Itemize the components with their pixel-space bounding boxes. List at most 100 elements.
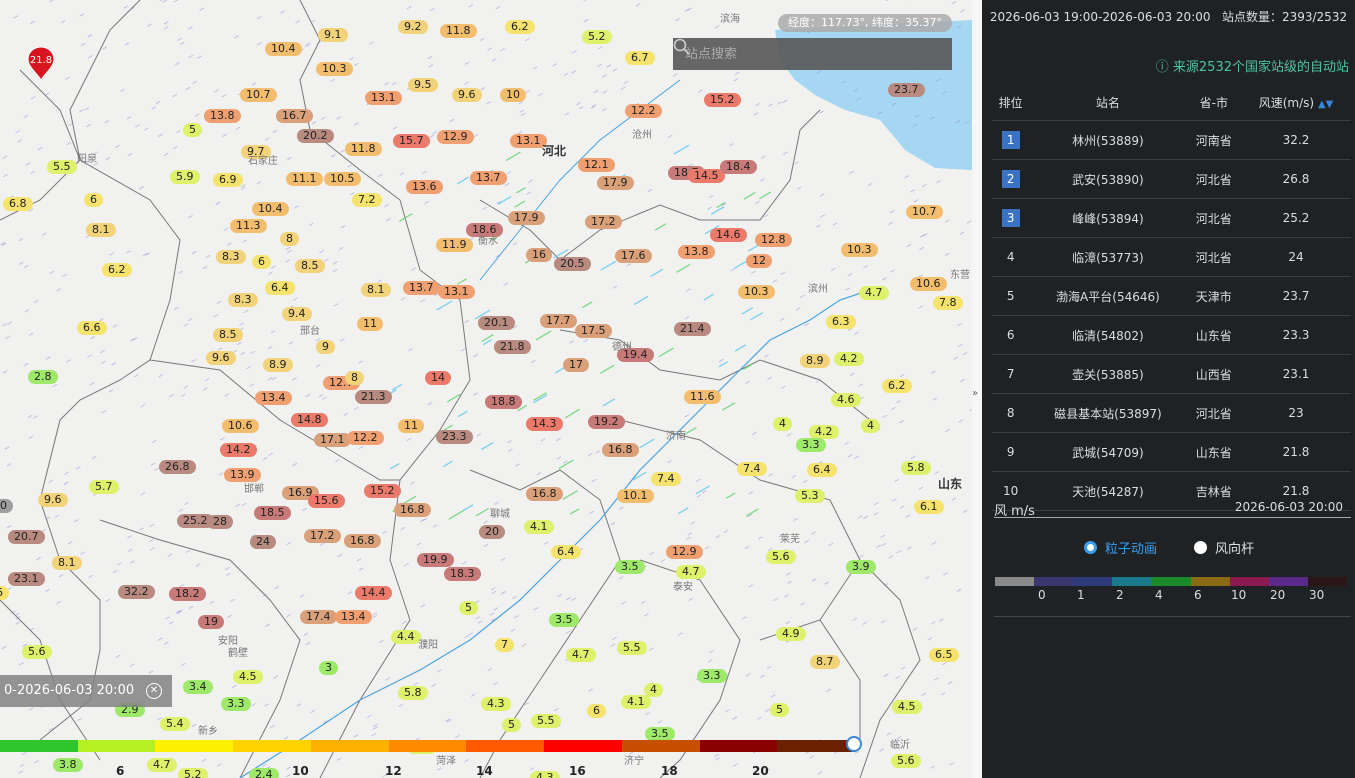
- station-badge[interactable]: 19: [198, 615, 224, 629]
- table-row[interactable]: 7 壶关(53885) 山西省 23.1: [992, 354, 1351, 394]
- station-badge[interactable]: 11: [357, 317, 383, 331]
- station-badge[interactable]: 9.2: [398, 20, 428, 34]
- table-row[interactable]: 9 武城(54709) 山东省 21.8: [992, 432, 1351, 472]
- station-badge[interactable]: 8.3: [228, 293, 258, 307]
- station-badge[interactable]: 17: [563, 358, 589, 372]
- station-badge[interactable]: 8.5: [295, 259, 325, 273]
- station-badge[interactable]: 17.6: [615, 249, 652, 263]
- station-badge[interactable]: 15.7: [393, 134, 430, 148]
- station-badge[interactable]: 11.3: [230, 219, 267, 233]
- station-badge[interactable]: 17.2: [304, 529, 341, 543]
- radio-particle[interactable]: 粒子动画: [1084, 538, 1157, 557]
- station-badge[interactable]: 9.6: [38, 493, 68, 507]
- station-badge[interactable]: 18.5: [254, 506, 291, 520]
- station-badge[interactable]: 5.5: [531, 714, 561, 728]
- station-badge[interactable]: 6.6: [77, 321, 107, 335]
- panel-divider[interactable]: »: [972, 0, 982, 778]
- station-badge[interactable]: 10.7: [240, 88, 277, 102]
- station-badge[interactable]: 18.4: [720, 160, 757, 174]
- station-badge[interactable]: 17.5: [575, 324, 612, 338]
- station-badge[interactable]: 21.3: [355, 390, 392, 404]
- station-badge[interactable]: 5.7: [89, 480, 119, 494]
- station-badge[interactable]: 10.1: [617, 489, 654, 503]
- station-badge[interactable]: 20.5: [554, 257, 591, 271]
- station-badge[interactable]: 3.3: [796, 438, 826, 452]
- station-badge[interactable]: 12.8: [755, 233, 792, 247]
- station-badge[interactable]: 4.2: [834, 352, 864, 366]
- station-badge[interactable]: 12: [746, 254, 772, 268]
- station-badge[interactable]: 4.1: [621, 695, 651, 709]
- station-badge[interactable]: 10.4: [252, 202, 289, 216]
- station-badge[interactable]: 12.2: [625, 104, 662, 118]
- station-badge[interactable]: 4.7: [676, 565, 706, 579]
- station-badge[interactable]: 4.4: [391, 630, 421, 644]
- station-badge[interactable]: 12.1: [578, 158, 615, 172]
- station-badge[interactable]: 19.9: [417, 553, 454, 567]
- station-badge[interactable]: 4.5: [233, 670, 263, 684]
- station-badge[interactable]: 14.6: [710, 228, 747, 242]
- station-badge[interactable]: 20.2: [297, 129, 334, 143]
- station-badge[interactable]: 6.2: [882, 379, 912, 393]
- station-badge[interactable]: 6.9: [213, 173, 243, 187]
- station-badge[interactable]: 12.9: [666, 545, 703, 559]
- station-badge[interactable]: 11: [398, 419, 424, 433]
- station-badge[interactable]: 5.5: [617, 641, 647, 655]
- station-badge[interactable]: 6.2: [505, 20, 535, 34]
- station-badge[interactable]: 9.5: [408, 78, 438, 92]
- station-badge[interactable]: 11.8: [345, 142, 382, 156]
- station-badge[interactable]: 5.4: [160, 717, 190, 731]
- station-badge[interactable]: 3: [319, 661, 338, 675]
- sort-icon[interactable]: ▲▼: [1318, 99, 1333, 110]
- search-icon[interactable]: [673, 38, 691, 56]
- station-badge[interactable]: 23.7: [888, 83, 925, 97]
- station-badge[interactable]: 8.1: [361, 283, 391, 297]
- station-badge[interactable]: 14.4: [355, 586, 392, 600]
- station-badge[interactable]: 19.2: [588, 415, 625, 429]
- station-badge[interactable]: 17.1: [314, 433, 351, 447]
- close-icon[interactable]: ✕: [146, 683, 162, 699]
- search-input[interactable]: [683, 45, 907, 63]
- station-badge[interactable]: 3.4: [183, 680, 213, 694]
- station-badge[interactable]: 8.9: [800, 354, 830, 368]
- station-badge[interactable]: 5.9: [170, 170, 200, 184]
- station-badge[interactable]: 10.3: [841, 243, 878, 257]
- station-badge[interactable]: 6: [84, 193, 103, 207]
- station-badge[interactable]: 3.3: [221, 697, 251, 711]
- station-badge[interactable]: 23.1: [8, 572, 45, 586]
- station-search[interactable]: [673, 38, 952, 70]
- station-badge[interactable]: 6.1: [914, 500, 944, 514]
- table-row[interactable]: 3 峰峰(53894) 河北省 25.2: [992, 198, 1351, 238]
- station-badge[interactable]: 6.4: [265, 281, 295, 295]
- station-badge[interactable]: 6.4: [551, 545, 581, 559]
- station-badge[interactable]: 8: [280, 232, 299, 246]
- station-badge[interactable]: 32.2: [118, 585, 155, 599]
- station-badge[interactable]: 4: [773, 417, 792, 431]
- station-badge[interactable]: 5.5: [47, 160, 77, 174]
- station-badge[interactable]: 10.3: [316, 62, 353, 76]
- station-badge[interactable]: 6.5: [929, 648, 959, 662]
- station-badge[interactable]: 20: [479, 525, 505, 539]
- station-badge[interactable]: 23.3: [436, 430, 473, 444]
- station-badge[interactable]: 5: [502, 718, 521, 732]
- station-badge[interactable]: 13.4: [255, 391, 292, 405]
- table-row[interactable]: 8 磁县基本站(53897) 河北省 23: [992, 393, 1351, 433]
- station-badge[interactable]: 12.2: [347, 431, 384, 445]
- station-badge[interactable]: 3.5: [645, 727, 675, 741]
- station-badge[interactable]: 5.6: [22, 645, 52, 659]
- station-badge[interactable]: 15.2: [704, 93, 741, 107]
- station-badge[interactable]: 14.5: [688, 169, 725, 183]
- station-badge[interactable]: 26.8: [159, 460, 196, 474]
- location-pin-icon[interactable]: 21.8: [26, 47, 56, 81]
- station-badge[interactable]: 13.7: [470, 171, 507, 185]
- station-badge[interactable]: 5.6: [891, 754, 921, 768]
- station-badge[interactable]: 10.5: [324, 172, 361, 186]
- station-badge[interactable]: 8.5: [213, 328, 243, 342]
- station-badge[interactable]: 3.9: [846, 560, 876, 574]
- station-badge[interactable]: 4.7: [566, 648, 596, 662]
- station-badge[interactable]: 4.3: [481, 697, 511, 711]
- station-badge[interactable]: 20.7: [8, 530, 45, 544]
- station-badge[interactable]: 4: [861, 419, 880, 433]
- station-badge[interactable]: 3.5: [549, 613, 579, 627]
- station-badge[interactable]: 17.7: [540, 314, 577, 328]
- station-badge[interactable]: 3.5: [615, 560, 645, 574]
